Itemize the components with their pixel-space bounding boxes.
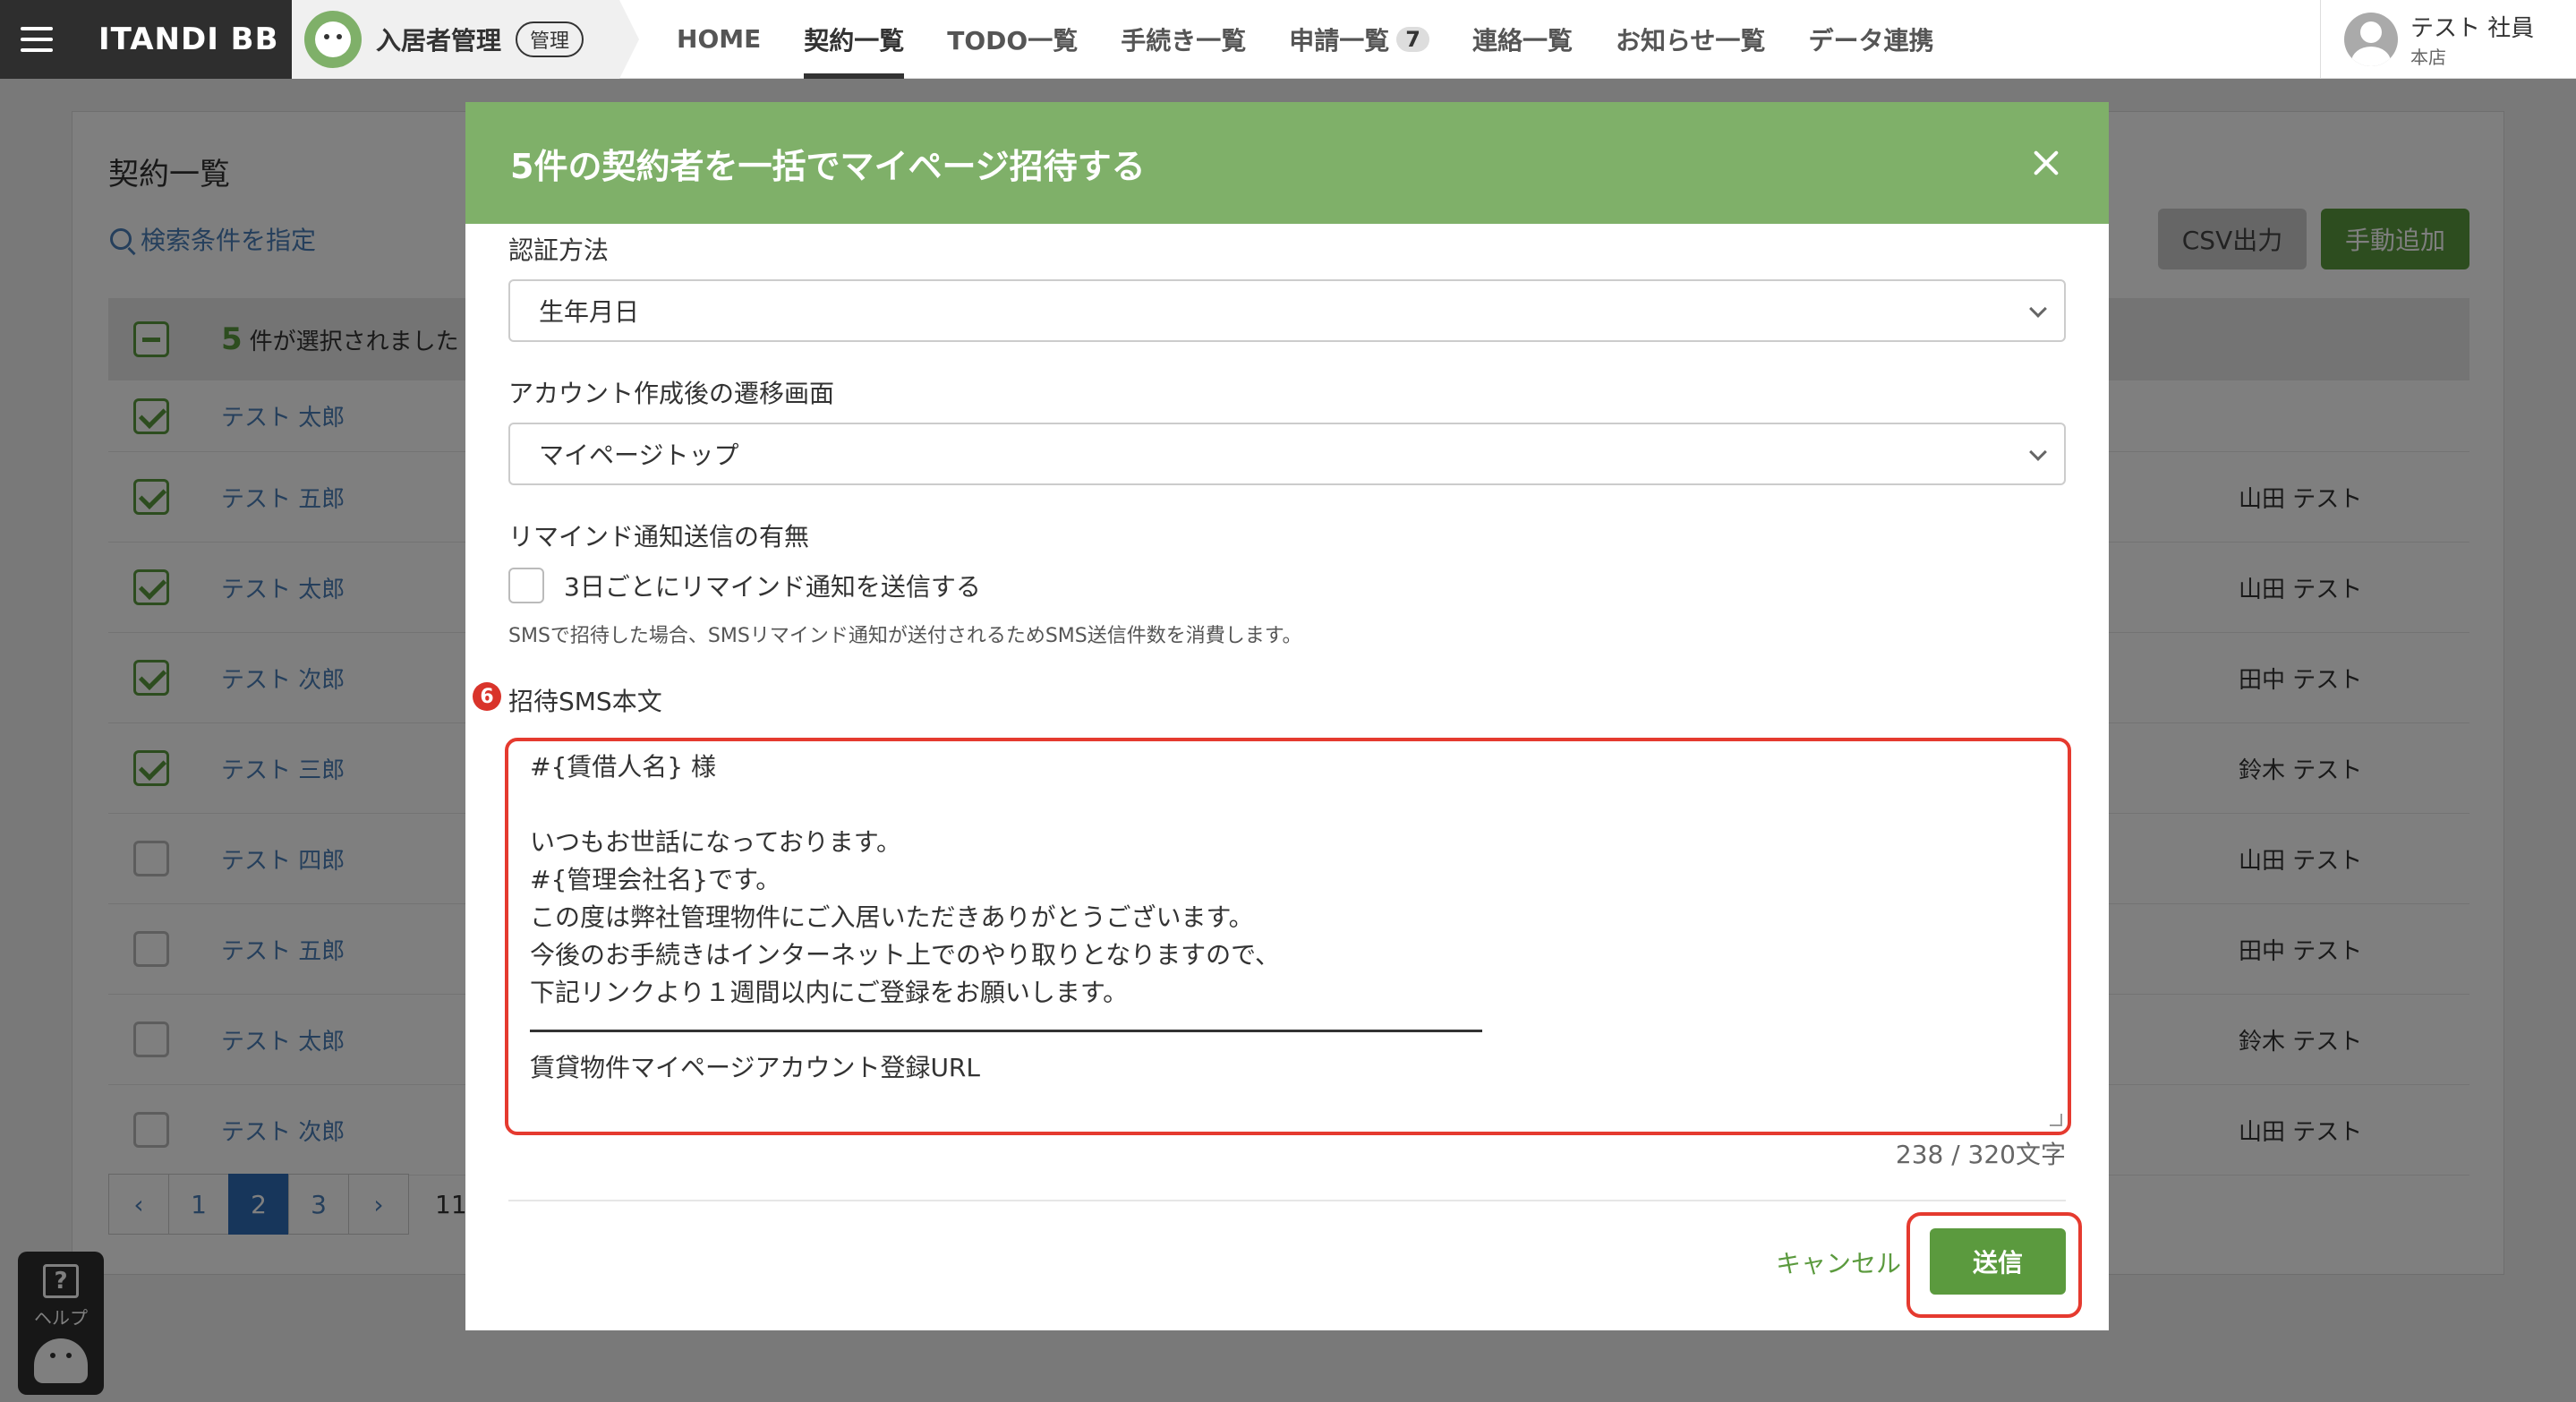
remind-note: SMSで招待した場合、SMSリマインド通知が送付されるためSMS送信件数を消費し…: [508, 625, 1302, 647]
brand-logo[interactable]: ITANDI BB: [73, 0, 292, 79]
modal-title: 5件の契約者を一括でマイページ招待する: [510, 146, 1146, 186]
avatar: [2344, 13, 2398, 66]
cancel-button[interactable]: キャンセル: [1776, 1244, 1901, 1280]
redirect-screen-value: マイページトップ: [539, 440, 739, 470]
user-branch: 本店: [2410, 47, 2446, 68]
sms-line: 賃貸物件マイページアカウント登録URL: [530, 1053, 980, 1082]
product-switcher[interactable]: 入居者管理 管理: [292, 0, 640, 79]
sms-body-label: 招待SMS本文: [508, 687, 662, 716]
sms-line: いつもお世話になっております。: [530, 827, 901, 857]
remind-label: リマインド通知送信の有無: [508, 522, 810, 551]
remind-checkbox-label[interactable]: 3日ごとにリマインド通知を送信する: [564, 568, 981, 603]
sms-body-textarea[interactable]: #{賃借人名} 様いつもお世話になっております。 #{管理会社名}です。この度は弊…: [505, 738, 2071, 1135]
auth-method-value: 生年月日: [539, 297, 640, 327]
nav-data-integration[interactable]: データ連携: [1787, 0, 1955, 79]
nav-todo[interactable]: TODO一覧: [925, 0, 1099, 79]
applications-count-badge: 7: [1396, 26, 1429, 52]
chevron-down-icon: [2029, 300, 2047, 318]
user-name: テスト 社員: [2410, 15, 2535, 42]
user-menu[interactable]: テスト 社員 本店: [2320, 0, 2576, 79]
remind-checkbox[interactable]: [508, 568, 544, 603]
sms-line: #{賃借人名} 様: [530, 752, 716, 782]
remind-checkbox-row[interactable]: 3日ごとにリマインド通知を送信する: [508, 568, 981, 603]
bear-logo-icon: [304, 10, 362, 68]
footer-divider: [508, 1200, 2066, 1201]
nav-applications[interactable]: 申請一覧 7: [1267, 0, 1451, 79]
redirect-screen-label: アカウント作成後の遷移画面: [508, 379, 835, 408]
nav-home[interactable]: HOME: [655, 0, 782, 79]
sms-divider-line: [530, 1030, 1482, 1032]
sms-body-content[interactable]: #{賃借人名} 様いつもお世話になっております。 #{管理会社名}です。この度は弊…: [530, 748, 2050, 1132]
product-role-badge: 管理: [516, 21, 584, 57]
nav-notices[interactable]: お知らせ一覧: [1594, 0, 1787, 79]
sms-line: 今後のお手続きはインターネット上でのやり取りとなりますので、: [530, 940, 1281, 970]
character-count: 238 / 320文字: [1895, 1140, 2066, 1169]
chevron-down-icon: [2029, 443, 2047, 461]
nav-contracts[interactable]: 契約一覧: [782, 0, 925, 79]
auth-method-select[interactable]: 生年月日: [508, 279, 2066, 342]
main-nav: HOME 契約一覧 TODO一覧 手続き一覧 申請一覧 7 連絡一覧 お知らせ一覧…: [655, 0, 1955, 79]
sms-line: [530, 786, 2050, 824]
redirect-screen-select[interactable]: マイページトップ: [508, 423, 2066, 485]
auth-method-label: 認証方法: [508, 235, 610, 265]
invite-modal: 5件の契約者を一括でマイページ招待する 認証方法 生年月日 アカウント作成後の遷…: [465, 102, 2109, 1330]
send-button[interactable]: 送信: [1930, 1228, 2066, 1295]
sms-line: 下記リンクより１週間以内にご登録をお願いします。: [530, 978, 1129, 1007]
nav-contacts[interactable]: 連絡一覧: [1451, 0, 1594, 79]
top-navigation: ITANDI BB 入居者管理 管理 HOME 契約一覧 TODO一覧 手続き一…: [0, 0, 2576, 79]
modal-header: 5件の契約者を一括でマイページ招待する: [465, 102, 2109, 224]
nav-applications-label: 申請一覧: [1289, 25, 1390, 56]
sms-line: #{管理会社名}です。: [530, 865, 781, 894]
hamburger-menu-icon[interactable]: [0, 0, 73, 79]
close-icon[interactable]: [2030, 147, 2062, 179]
nav-procedures[interactable]: 手続き一覧: [1099, 0, 1267, 79]
product-name: 入居者管理: [376, 25, 502, 56]
resize-handle-icon[interactable]: [2050, 1114, 2062, 1126]
step-number-badge: 6: [473, 682, 501, 711]
sms-line: この度は弊社管理物件にご入居いただきありがとうございます。: [530, 902, 1254, 932]
